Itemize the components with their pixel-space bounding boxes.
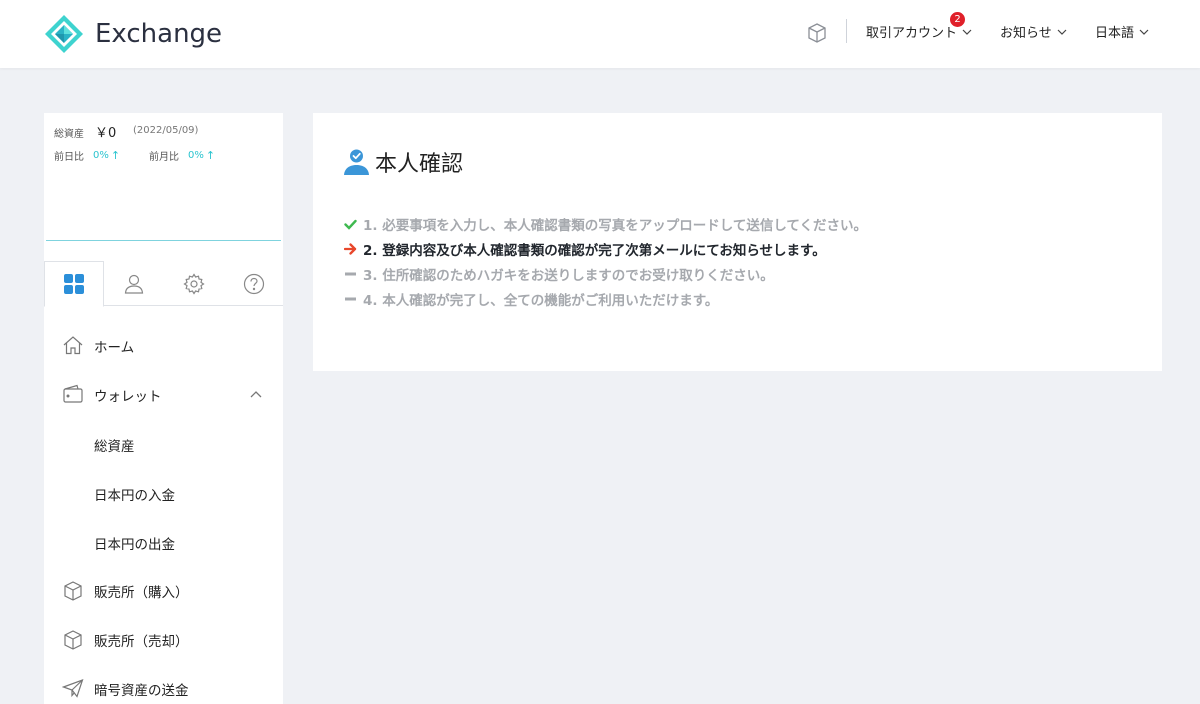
help-icon	[243, 273, 265, 294]
cube-icon	[62, 629, 84, 655]
step-text: 1. 必要事項を入力し、本人確認書類の写真をアップロードして送信してください。	[363, 218, 868, 234]
home-icon	[62, 335, 84, 359]
header-divider	[846, 19, 847, 43]
sidebar-item-label: 販売所（売却）	[94, 634, 189, 650]
sidebar-item-home[interactable]: ホーム	[44, 325, 283, 365]
up-arrow-icon: ↑	[205, 149, 216, 162]
grid-icon	[64, 274, 84, 294]
language-label: 日本語	[1095, 26, 1135, 41]
sidebar-item-sell[interactable]: 販売所（売却）	[44, 619, 283, 659]
day-change-value: 0%	[93, 150, 109, 161]
sidebar: 総資産 ￥0 (2022/05/09) 前日比 0% ↑ 前月比 0% ↑ ホー…	[44, 113, 283, 704]
user-icon	[124, 274, 144, 294]
dash-icon	[343, 271, 357, 277]
step-1: 1. 必要事項を入力し、本人確認書類の写真をアップロードして送信してください。	[343, 214, 867, 234]
wallet-icon	[62, 384, 84, 408]
step-text: 4. 本人確認が完了し、全ての機能がご利用いただけます。	[363, 293, 719, 309]
day-change-label: 前日比	[54, 152, 84, 163]
sidebar-item-wallet[interactable]: ウォレット	[44, 374, 283, 414]
sidebar-subitem-jpy-withdraw[interactable]: 日本円の出金	[94, 533, 175, 553]
identity-verification-card: 本人確認 1. 必要事項を入力し、本人確認書類の写真をアップロードして送信してく…	[313, 113, 1162, 371]
brand-name: Exchange	[95, 19, 223, 49]
page-title: 本人確認	[343, 146, 463, 178]
news-menu[interactable]: お知らせ	[1000, 22, 1067, 41]
news-label: お知らせ	[1000, 26, 1052, 41]
day-change: 前日比 0% ↑	[54, 148, 120, 163]
step-4: 4. 本人確認が完了し、全ての機能がご利用いただけます。	[343, 289, 718, 309]
brand-logo[interactable]: Exchange	[44, 14, 222, 54]
language-menu[interactable]: 日本語	[1095, 22, 1149, 41]
step-text: 3. 住所確認のためハガキをお送りしますのでお受け取りください。	[363, 268, 774, 284]
step-text: 2. 登録内容及び本人確認書類の確認が完了次第メールにてお知らせします。	[363, 243, 826, 259]
month-change-label: 前月比	[149, 152, 179, 163]
sidebar-subitem-jpy-deposit[interactable]: 日本円の入金	[94, 484, 175, 504]
tab-help[interactable]	[224, 261, 284, 306]
total-assets-value: ￥0	[95, 126, 117, 141]
arrow-right-icon	[343, 243, 357, 255]
cube-icon[interactable]	[806, 22, 828, 48]
cube-icon	[62, 580, 84, 606]
sidebar-item-label: 販売所（購入）	[94, 585, 189, 601]
sidebar-item-label: 暗号資産の送金	[94, 683, 189, 699]
chevron-down-icon	[962, 29, 972, 35]
sidebar-item-label: ウォレット	[94, 389, 162, 405]
summary-divider	[46, 240, 281, 241]
total-assets-label: 総資産	[54, 129, 84, 140]
page-title-text: 本人確認	[375, 152, 464, 177]
sidebar-subitem-total-assets[interactable]: 総資産	[94, 435, 135, 455]
logo-icon	[45, 15, 83, 53]
month-change: 前月比 0% ↑	[149, 148, 215, 163]
top-header: Exchange 取引アカウント 2 お知らせ 日本語	[0, 0, 1200, 68]
chevron-up-icon[interactable]	[250, 386, 262, 402]
step-3: 3. 住所確認のためハガキをお送りしますのでお受け取りください。	[343, 264, 774, 284]
sidebar-item-send-crypto[interactable]: 暗号資産の送金	[44, 668, 283, 704]
check-icon	[343, 219, 357, 230]
step-2: 2. 登録内容及び本人確認書類の確認が完了次第メールにてお知らせします。	[343, 239, 826, 259]
total-assets-date: (2022/05/09)	[133, 125, 199, 136]
chevron-down-icon	[1057, 29, 1067, 35]
chevron-down-icon	[1139, 29, 1149, 35]
up-arrow-icon: ↑	[110, 149, 121, 162]
sidebar-item-label: ホーム	[94, 340, 135, 356]
month-change-value: 0%	[188, 150, 204, 161]
send-icon	[61, 678, 84, 702]
trading-account-label: 取引アカウント	[866, 26, 958, 41]
tab-settings[interactable]	[164, 261, 224, 306]
notification-badge: 2	[950, 12, 965, 27]
sidebar-item-buy[interactable]: 販売所（購入）	[44, 570, 283, 610]
gear-icon	[183, 272, 205, 295]
tab-dashboard[interactable]	[44, 261, 104, 307]
sidebar-tabs	[44, 261, 284, 307]
verified-user-icon	[344, 149, 369, 175]
dash-icon	[343, 296, 357, 302]
tab-profile[interactable]	[104, 261, 164, 306]
